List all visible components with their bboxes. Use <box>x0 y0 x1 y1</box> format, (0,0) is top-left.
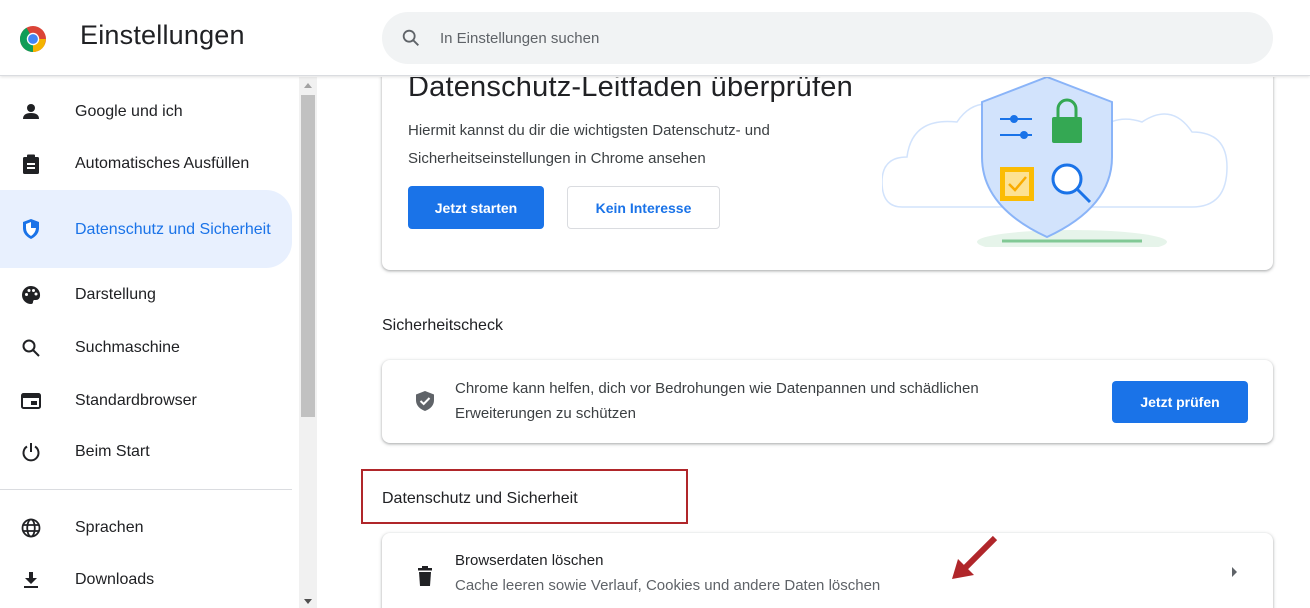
search-input[interactable] <box>440 26 1240 50</box>
clear-browsing-data-row[interactable]: Browserdaten löschen Cache leeren sowie … <box>382 533 1273 608</box>
power-icon <box>20 441 42 463</box>
sidebar-item-languages[interactable]: Sprachen <box>0 504 292 552</box>
sidebar-item-label: Darstellung <box>75 286 156 303</box>
sidebar-item-label: Google und ich <box>75 103 183 120</box>
no-interest-button[interactable]: Kein Interesse <box>567 186 720 229</box>
shield-icon <box>20 218 42 240</box>
sidebar-item-label: Standardbrowser <box>75 392 197 409</box>
privacy-guide-title: Datenschutz-Leitfaden überprüfen <box>408 77 853 103</box>
clipboard-icon <box>20 153 42 175</box>
sidebar-item-default-browser[interactable]: Standardbrowser <box>0 377 292 425</box>
trash-icon <box>418 566 432 586</box>
sidebar: Google und ich Automatisches Ausfüllen D… <box>0 77 300 608</box>
sidebar-item-appearance[interactable]: Darstellung <box>0 271 292 319</box>
search-icon <box>20 337 42 359</box>
sidebar-item-label: Automatisches Ausfüllen <box>75 155 250 172</box>
scroll-down-arrow-icon[interactable] <box>304 599 312 604</box>
browser-icon <box>20 390 42 412</box>
sidebar-divider <box>0 489 292 490</box>
globe-icon <box>20 517 42 539</box>
page-title: Einstellungen <box>80 20 245 50</box>
privacy-guide-illustration <box>882 77 1228 247</box>
sidebar-item-search-engine[interactable]: Suchmaschine <box>0 324 292 372</box>
privacy-guide-card: Datenschutz-Leitfaden überprüfen Hiermit… <box>382 77 1273 270</box>
clear-data-subtitle: Cache leeren sowie Verlauf, Cookies und … <box>455 577 881 594</box>
sidebar-item-google[interactable]: Google und ich <box>0 88 292 136</box>
clear-data-title: Browserdaten löschen <box>455 552 604 569</box>
search-bar[interactable] <box>382 12 1273 64</box>
shield-check-icon <box>416 391 434 411</box>
scroll-up-arrow-icon[interactable] <box>304 83 312 88</box>
app-header: Einstellungen <box>0 0 1310 76</box>
sidebar-item-label: Downloads <box>75 571 155 588</box>
privacy-guide-description: Hiermit kannst du dir die wichtigsten Da… <box>408 122 770 167</box>
safety-check-card: Chrome kann helfen, dich vor Bedrohungen… <box>382 360 1273 443</box>
sidebar-item-downloads[interactable]: Downloads <box>0 556 292 604</box>
check-now-button[interactable]: Jetzt prüfen <box>1112 381 1248 423</box>
sidebar-item-autofill[interactable]: Automatisches Ausfüllen <box>0 140 292 188</box>
main-content: Datenschutz-Leitfaden überprüfen Hiermit… <box>318 77 1310 608</box>
sidebar-scrollbar[interactable] <box>299 77 317 608</box>
sidebar-item-label: Sprachen <box>75 519 144 536</box>
download-icon <box>20 569 42 591</box>
sidebar-item-label: Suchmaschine <box>75 339 180 356</box>
safety-check-description: Chrome kann helfen, dich vor Bedrohungen… <box>455 380 979 422</box>
palette-icon <box>20 284 42 306</box>
chevron-right-icon <box>1232 567 1237 577</box>
chrome-logo-icon <box>19 26 46 53</box>
annotation-arrow-icon <box>952 535 998 579</box>
sidebar-item-label: Datenschutz und Sicherheit <box>75 220 271 238</box>
scrollbar-thumb[interactable] <box>301 95 315 417</box>
safety-check-heading: Sicherheitscheck <box>382 317 503 334</box>
sidebar-item-label: Beim Start <box>75 443 150 460</box>
person-icon <box>20 101 42 123</box>
sidebar-item-startup[interactable]: Beim Start <box>0 428 292 476</box>
start-guide-button[interactable]: Jetzt starten <box>408 186 544 229</box>
sidebar-item-privacy[interactable]: Datenschutz und Sicherheit <box>0 190 292 268</box>
search-icon <box>402 29 419 46</box>
privacy-section-heading: Datenschutz und Sicherheit <box>382 490 578 507</box>
